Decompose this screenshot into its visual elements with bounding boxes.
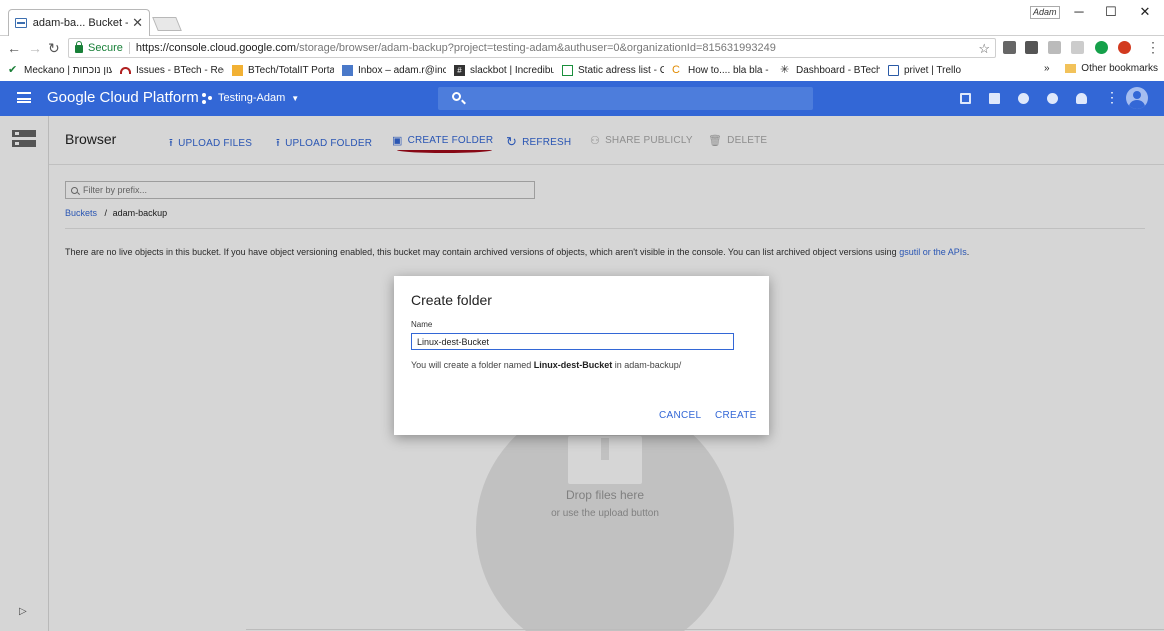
bookmark-item[interactable]: ✳ Dashboard - BTech Sc bbox=[780, 65, 880, 76]
tab-close-icon[interactable]: ✕ bbox=[132, 15, 143, 31]
more-vert-icon[interactable]: ⋮ bbox=[1105, 90, 1119, 104]
notifications-bell-icon[interactable] bbox=[1076, 93, 1087, 104]
extension-pdf-icon[interactable] bbox=[1071, 41, 1084, 54]
search-bar[interactable] bbox=[438, 87, 813, 110]
project-picker[interactable]: Testing-Adam ▼ bbox=[202, 92, 299, 104]
tab-title: adam-ba... Bucket - Testi bbox=[32, 17, 128, 29]
trello-icon bbox=[888, 64, 899, 76]
caret-down-icon: ▼ bbox=[291, 93, 300, 103]
gift-icon[interactable] bbox=[960, 93, 971, 104]
search-engine-icon: C bbox=[672, 64, 680, 76]
omnibox-divider bbox=[128, 42, 130, 54]
alert-icon[interactable] bbox=[1018, 93, 1029, 104]
browser-tabstrip: adam-ba... Bucket - Testi ✕ Adam ─ ☐ ✕ bbox=[0, 0, 1164, 36]
browser-toolbar: ← → ↻ Secure https://console.cloud.googl… bbox=[0, 36, 1164, 60]
dashboard-asterisk-icon: ✳ bbox=[780, 64, 790, 76]
extension-mail-icon[interactable] bbox=[1003, 41, 1016, 54]
bookmark-item[interactable]: ✔ Meckano | עון נוכחות bbox=[8, 65, 112, 76]
create-folder-dialog: Create folder Name You will create a fol… bbox=[394, 276, 769, 435]
inbox-icon bbox=[342, 64, 353, 76]
bookmark-item[interactable]: privet | Trello bbox=[888, 64, 978, 76]
dialog-title: Create folder bbox=[411, 292, 492, 308]
bookmark-item[interactable]: Static adress list - Go bbox=[562, 64, 664, 76]
hamburger-menu-icon[interactable] bbox=[17, 92, 31, 103]
bookmark-star-icon[interactable]: ☆ bbox=[978, 41, 990, 57]
address-bar[interactable]: Secure https://console.cloud.google.com /… bbox=[68, 38, 996, 58]
close-window-icon[interactable]: ✕ bbox=[1130, 2, 1160, 22]
bookmark-item[interactable]: # slackbot | Incredibuil bbox=[454, 64, 554, 76]
bookmark-item[interactable]: Inbox – adam.r@incr bbox=[342, 64, 446, 76]
bookmark-item[interactable]: BTech/TotalIT Portal - bbox=[232, 64, 334, 76]
extension-cloud-icon[interactable] bbox=[1048, 41, 1061, 54]
window-user-badge[interactable]: Adam bbox=[1030, 6, 1060, 19]
create-button[interactable]: CREATE bbox=[715, 410, 757, 421]
forward-icon[interactable]: → bbox=[28, 39, 42, 57]
redmine-icon bbox=[120, 66, 131, 74]
project-dots-icon bbox=[202, 92, 213, 104]
project-name: Testing-Adam bbox=[218, 92, 286, 104]
folder-icon bbox=[1065, 64, 1077, 73]
back-icon[interactable]: ← bbox=[7, 39, 21, 57]
help-icon[interactable] bbox=[1047, 93, 1058, 104]
folder-name-input[interactable] bbox=[411, 333, 734, 350]
bookmarks-bar: ✔ Meckano | עון נוכחות Issues - BTech - … bbox=[0, 60, 1164, 80]
sheets-icon bbox=[562, 64, 573, 76]
checkmark-icon: ✔ bbox=[8, 64, 18, 76]
other-bookmarks[interactable]: Other bookmarks bbox=[1065, 63, 1158, 74]
extension-grammarly-icon[interactable] bbox=[1095, 41, 1108, 54]
name-label: Name bbox=[411, 320, 433, 329]
minimize-icon[interactable]: ─ bbox=[1064, 2, 1094, 22]
search-icon bbox=[452, 92, 461, 101]
lock-icon bbox=[75, 41, 83, 53]
gcp-header: Google Cloud Platform Testing-Adam ▼ ⋮ bbox=[0, 81, 1164, 116]
cloud-shell-icon[interactable] bbox=[989, 93, 1000, 104]
extension-shield-icon[interactable] bbox=[1025, 41, 1038, 54]
bookmarks-overflow-icon[interactable]: » bbox=[1044, 63, 1050, 74]
bookmark-item[interactable]: C How to.... bla bla - Int bbox=[672, 65, 772, 76]
portal-icon bbox=[232, 64, 243, 76]
product-title[interactable]: Google Cloud Platform bbox=[47, 89, 199, 106]
url-path: /storage/browser/adam-backup?project=tes… bbox=[296, 42, 776, 54]
storage-favicon-icon bbox=[15, 18, 27, 28]
dialog-help-text: You will create a folder named Linux-des… bbox=[411, 360, 682, 370]
reload-icon[interactable]: ↻ bbox=[48, 39, 60, 57]
secure-label: Secure bbox=[88, 42, 123, 54]
extension-red-icon[interactable] bbox=[1118, 41, 1131, 54]
maximize-icon[interactable]: ☐ bbox=[1096, 2, 1126, 22]
help-folder-name: Linux-dest-Bucket bbox=[533, 360, 613, 370]
slack-icon: # bbox=[454, 64, 465, 76]
avatar[interactable] bbox=[1126, 87, 1148, 109]
bookmark-item[interactable]: Issues - BTech - Redn bbox=[120, 65, 224, 76]
browser-tab[interactable]: adam-ba... Bucket - Testi ✕ bbox=[8, 9, 150, 36]
cancel-button[interactable]: CANCEL bbox=[659, 410, 701, 421]
browser-menu-icon[interactable]: ⋮ bbox=[1146, 38, 1160, 56]
new-tab-button[interactable] bbox=[152, 17, 182, 31]
url-host: https://console.cloud.google.com bbox=[135, 42, 297, 54]
